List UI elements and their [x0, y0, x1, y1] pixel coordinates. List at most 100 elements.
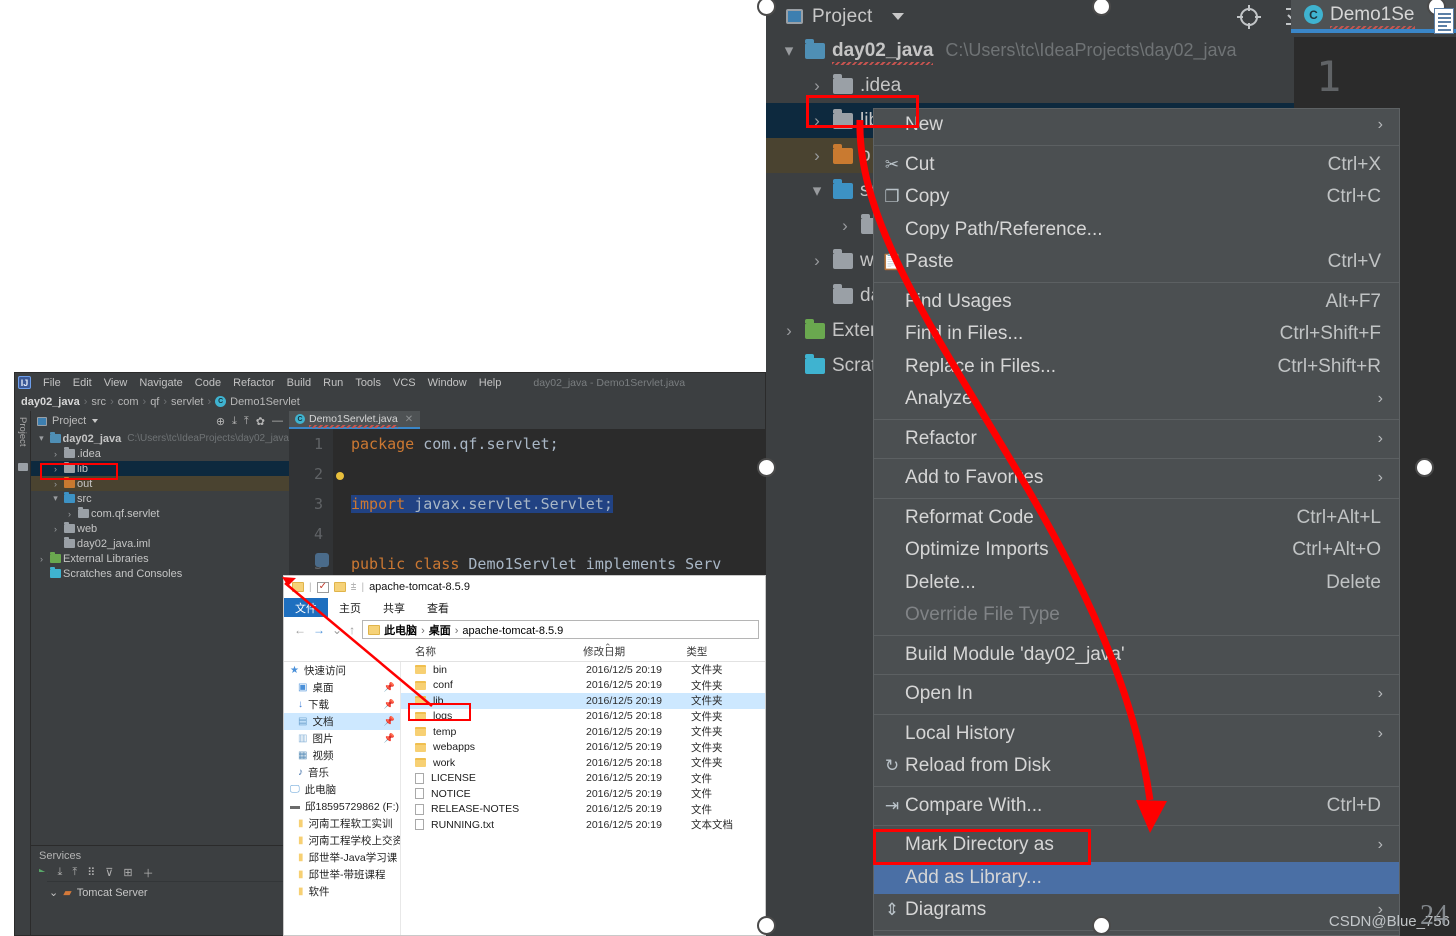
- menubar-item-run[interactable]: Run: [317, 377, 349, 389]
- menubar-item-navigate[interactable]: Navigate: [133, 377, 188, 389]
- menu-item-local-history[interactable]: Local History ›: [874, 718, 1399, 751]
- nav-item[interactable]: ▮ 邱世举-Java学习课: [284, 849, 400, 866]
- menu-items[interactable]: File Edit View Navigate Code Refactor Build Run…: [37, 377, 507, 389]
- back-icon[interactable]: ←: [294, 623, 306, 637]
- menu-item-cut[interactable]: ✂ Cut Ctrl+X: [874, 149, 1399, 182]
- expand-all-icon[interactable]: ⤒: [244, 415, 249, 428]
- editor-tab-bar[interactable]: C Demo1Servlet.java ✕: [289, 411, 765, 429]
- ribbon-tab-1[interactable]: 主页: [328, 598, 372, 617]
- file-row[interactable]: RELEASE-NOTES 2016/12/5 20:19 文件: [401, 802, 765, 818]
- nav-item[interactable]: ♪ 音乐: [284, 764, 400, 781]
- nav-item[interactable]: ▮ 邱世举-带班课程: [284, 866, 400, 883]
- nav-item[interactable]: ▥ 图片 📌: [284, 730, 400, 747]
- forward-icon[interactable]: →: [313, 623, 325, 637]
- project-tree-item[interactable]: › web: [31, 521, 289, 536]
- file-row[interactable]: temp 2016/12/5 20:19 文件夹: [401, 724, 765, 740]
- chevron-down-icon[interactable]: ⌄: [49, 886, 58, 899]
- resize-handle-bottom-left[interactable]: [757, 916, 776, 935]
- menu-item-add-to-favorites[interactable]: Add to Favorites ›: [874, 462, 1399, 495]
- nav-item[interactable]: ▮ 河南工程学校上交资: [284, 832, 400, 849]
- nav-item[interactable]: ▮ 河南工程软工实训: [284, 815, 400, 832]
- menubar-item-edit[interactable]: Edit: [67, 377, 98, 389]
- menu-item-diagrams[interactable]: ⇕ Diagrams ›: [874, 894, 1399, 927]
- intention-bulb-icon[interactable]: [336, 472, 344, 480]
- minimize-icon[interactable]: —: [272, 415, 283, 427]
- add-icon[interactable]: ＋: [143, 865, 154, 881]
- path-segment[interactable]: apache-tomcat-8.5.9: [462, 625, 563, 637]
- menu-item-find-in-files[interactable]: Find in Files... Ctrl+Shift+F: [874, 318, 1399, 351]
- nav-item[interactable]: ▮ 软件: [284, 883, 400, 900]
- new-folder-icon[interactable]: [333, 582, 346, 592]
- chevron-icon[interactable]: ›: [49, 524, 62, 534]
- target-icon[interactable]: ⊕: [216, 415, 225, 428]
- chevron-icon[interactable]: ›: [49, 479, 62, 489]
- column-header-0[interactable]: 名称: [284, 644, 583, 659]
- ribbon-tab-3[interactable]: 查看: [416, 598, 460, 617]
- menu-item-add-as-library[interactable]: Add as Library...: [874, 861, 1399, 894]
- zoomed-tree-item[interactable]: › .idea: [766, 68, 1294, 103]
- ide-left-tool-rail[interactable]: Project: [15, 411, 31, 935]
- menubar-item-tools[interactable]: Tools: [349, 377, 387, 389]
- project-panel-header[interactable]: Project ⊕ ⤓ ⤒ ✿ —: [31, 411, 289, 431]
- menu-item-find-usages[interactable]: Find Usages Alt+F7: [874, 286, 1399, 319]
- nav-item[interactable]: ▦ 视频: [284, 747, 400, 764]
- menu-item-copy[interactable]: ❐ Copy Ctrl+C: [874, 181, 1399, 214]
- menubar-item-vcs[interactable]: VCS: [387, 377, 422, 389]
- file-row[interactable]: RUNNING.txt 2016/12/5 20:19 文本文档: [401, 817, 765, 833]
- project-tree-item[interactable]: ▾ src: [31, 491, 289, 506]
- menu-item-paste[interactable]: 📋 Paste Ctrl+V: [874, 246, 1399, 279]
- properties-icon[interactable]: [316, 581, 329, 593]
- menu-item-replace-in-files[interactable]: Replace in Files... Ctrl+Shift+R: [874, 351, 1399, 384]
- nav-item[interactable]: ▬ 邱18595729862 (F:): [284, 798, 400, 815]
- nav-item[interactable]: 🖵 此电脑: [284, 781, 400, 798]
- run-gutter-icon[interactable]: [315, 553, 329, 567]
- menu-item-mark-directory-as[interactable]: Mark Directory as ›: [874, 829, 1399, 862]
- column-header-1[interactable]: 修改日期: [583, 644, 686, 659]
- expand-icon[interactable]: ⤒: [72, 866, 77, 879]
- ribbon-tab-2[interactable]: 共享: [372, 598, 416, 617]
- explorer-column-headers[interactable]: 名称 修改日期 类型: [284, 642, 765, 662]
- project-panel-toolbar[interactable]: ⊕ ⤓ ⤒ ✿ —: [216, 415, 289, 428]
- project-tree-item[interactable]: day02_java.iml: [31, 536, 289, 551]
- chevron-icon[interactable]: ▾: [49, 493, 62, 504]
- path-segment[interactable]: 桌面: [429, 625, 451, 637]
- file-row[interactable]: logs 2016/12/5 20:18 文件夹: [401, 709, 765, 725]
- nav-item[interactable]: ▤ 文档 📌: [284, 713, 400, 730]
- chevron-down-icon[interactable]: [92, 419, 99, 423]
- file-row[interactable]: work 2016/12/5 20:18 文件夹: [401, 755, 765, 771]
- path-segment[interactable]: 此电脑: [384, 625, 417, 637]
- filter-icon[interactable]: ⊽: [105, 866, 113, 879]
- chevron-icon[interactable]: ›: [63, 509, 76, 519]
- resize-handle-middle-left[interactable]: [757, 458, 776, 477]
- menu-item-new[interactable]: New ›: [874, 109, 1399, 142]
- quick-access-caret-icon[interactable]: ⩲: [351, 582, 357, 593]
- breadcrumb-item[interactable]: servlet: [171, 396, 203, 408]
- file-row[interactable]: conf 2016/12/5 20:19 文件夹: [401, 678, 765, 694]
- resize-handle-middle-right[interactable]: [1415, 458, 1434, 477]
- chevron-icon[interactable]: ▾: [804, 181, 830, 201]
- collapse-icon[interactable]: ⤓: [57, 866, 62, 879]
- gear-icon[interactable]: ✿: [256, 415, 265, 428]
- project-tree-item[interactable]: › External Libraries: [31, 551, 289, 566]
- menu-item-reload-from-disk[interactable]: ↻ Reload from Disk: [874, 750, 1399, 783]
- chevron-icon[interactable]: ›: [49, 449, 62, 459]
- address-breadcrumb[interactable]: 此电脑 › 桌面 › apache-tomcat-8.5.9: [362, 620, 759, 639]
- menubar-item-file[interactable]: File: [37, 377, 67, 389]
- project-tree-item[interactable]: › out: [31, 476, 289, 491]
- explorer-navigation-pane[interactable]: ★ 快速访问 ▣ 桌面 📌 ↓ 下载 📌 ▤ 文档 📌 ▥ 图片 📌 ▦ 视频 ♪ 音乐 🖵 此电脑 ▬ 邱1859572…: [284, 662, 401, 935]
- nav-item[interactable]: ★ 快速访问: [284, 662, 400, 679]
- explorer-ribbon-tabs[interactable]: 文件 主页 共享 查看: [284, 598, 765, 617]
- breadcrumb-item[interactable]: src: [91, 396, 106, 408]
- group-icon[interactable]: ⠿: [87, 866, 95, 879]
- nav-item[interactable]: ↓ 下载 📌: [284, 696, 400, 713]
- file-row[interactable]: LICENSE 2016/12/5 20:19 文件: [401, 771, 765, 787]
- project-tree-item[interactable]: › .idea: [31, 446, 289, 461]
- pin-icon[interactable]: 📌: [384, 682, 400, 693]
- editor-tab-demo1servlet[interactable]: C Demo1Servlet.java ✕: [289, 411, 421, 429]
- breadcrumb-item[interactable]: qf: [150, 396, 159, 408]
- breadcrumb-item[interactable]: Demo1Servlet: [230, 396, 300, 408]
- chevron-icon[interactable]: ›: [776, 321, 802, 341]
- file-row[interactable]: lib 2016/12/5 20:19 文件夹: [401, 693, 765, 709]
- menubar-item-code[interactable]: Code: [189, 377, 227, 389]
- file-row[interactable]: webapps 2016/12/5 20:19 文件夹: [401, 740, 765, 756]
